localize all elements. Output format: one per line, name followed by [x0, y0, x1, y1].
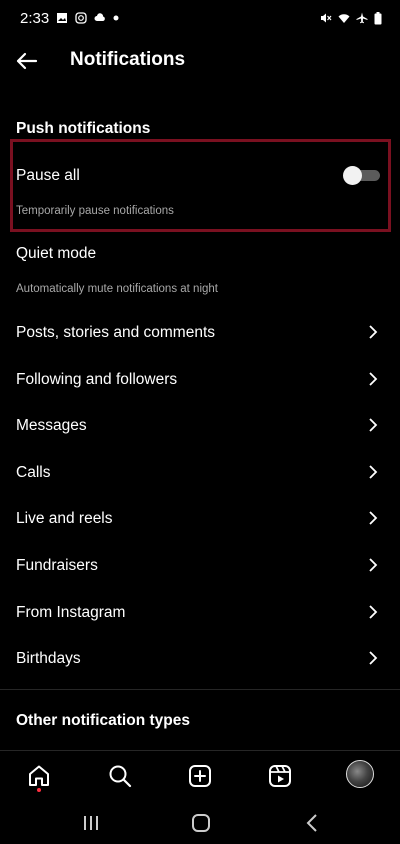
- app-bar: Notifications: [0, 36, 400, 86]
- reels-icon[interactable]: [267, 763, 293, 789]
- pause-all-label[interactable]: Pause all: [16, 167, 80, 185]
- menu-item-label: Following and followers: [16, 371, 178, 388]
- notification-dot: [37, 788, 41, 792]
- menu-item-label: Live and reels: [16, 510, 113, 527]
- airplane-icon: [356, 12, 368, 24]
- wifi-icon: [338, 14, 350, 23]
- system-nav-bar: [0, 802, 400, 844]
- menu-item-label: Posts, stories and comments: [16, 324, 215, 341]
- menu-item-label: From Instagram: [16, 604, 126, 621]
- status-bar: 2:33: [0, 0, 400, 36]
- menu-item-label: Calls: [16, 464, 51, 481]
- dot-icon: [113, 15, 119, 21]
- create-icon[interactable]: [187, 763, 213, 789]
- menu-item-label: Messages: [16, 417, 87, 434]
- cloud-icon: [94, 13, 106, 21]
- toggle-knob: [343, 166, 362, 185]
- section-title-other: Other notification types: [16, 712, 190, 729]
- chevron-right-icon: [369, 372, 378, 386]
- menu-item-label: Birthdays: [16, 650, 81, 667]
- chevron-right-icon: [369, 465, 378, 479]
- section-title-push: Push notifications: [16, 120, 151, 137]
- instagram-icon: [75, 12, 87, 24]
- pause-all-description: Temporarily pause notifications: [16, 205, 174, 217]
- back-nav-icon[interactable]: [302, 812, 324, 834]
- chevron-right-icon: [369, 558, 378, 572]
- home-icon[interactable]: [26, 763, 52, 789]
- chevron-right-icon: [369, 418, 378, 432]
- chevron-right-icon: [369, 651, 378, 665]
- back-arrow-icon[interactable]: [14, 48, 40, 74]
- quiet-mode-description: Automatically mute notifications at nigh…: [16, 283, 218, 295]
- menu-item-label: Fundraisers: [16, 557, 98, 574]
- page-title: Notifications: [70, 49, 186, 70]
- section-divider: [0, 689, 400, 690]
- pause-all-highlight: [10, 139, 391, 232]
- status-time: 2:33: [20, 9, 50, 27]
- battery-icon: [374, 11, 382, 24]
- pause-all-toggle[interactable]: [343, 166, 380, 185]
- chevron-right-icon: [369, 605, 378, 619]
- bottom-tab-bar: [0, 750, 400, 802]
- recent-apps-icon[interactable]: [80, 812, 102, 834]
- search-icon[interactable]: [107, 763, 133, 789]
- chevron-right-icon: [369, 511, 378, 525]
- mute-icon: [321, 13, 332, 23]
- profile-avatar[interactable]: [346, 760, 374, 788]
- quiet-mode-label[interactable]: Quiet mode: [16, 245, 96, 263]
- gallery-icon: [57, 13, 68, 23]
- home-button-icon[interactable]: [190, 812, 212, 834]
- chevron-right-icon: [369, 325, 378, 339]
